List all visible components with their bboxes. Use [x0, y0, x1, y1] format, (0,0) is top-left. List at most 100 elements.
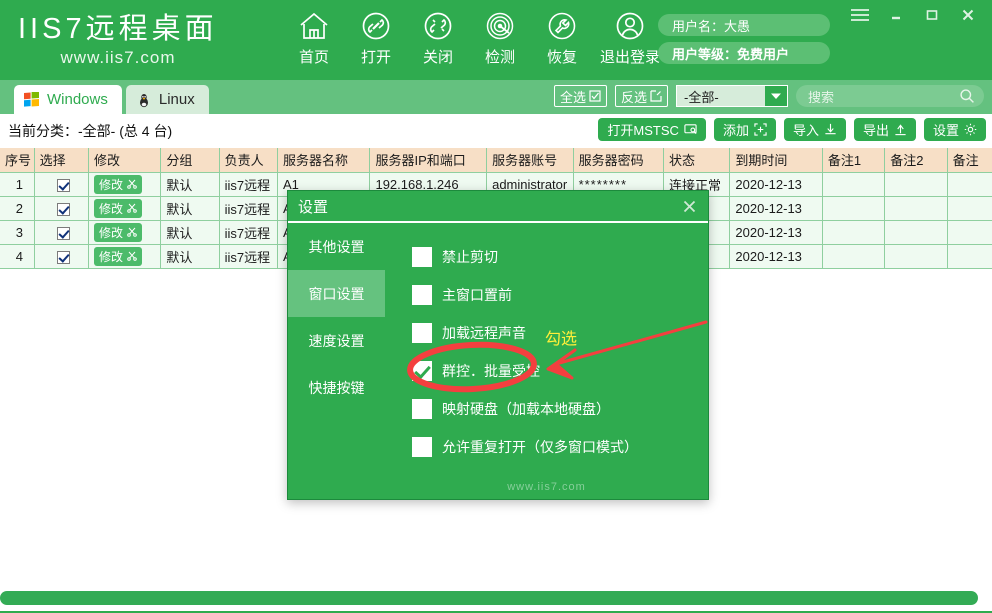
brand-url-text: www.iis7.com [60, 48, 176, 67]
cell-edit[interactable]: 修改 [88, 220, 162, 245]
action-bar: 打开MSTSC 添加 导入 导出 设置 [598, 118, 986, 141]
menu-button[interactable] [842, 0, 878, 30]
col-owner: 负责人 [219, 148, 278, 173]
scissors-icon [127, 179, 137, 189]
option-label: 允许重复打开（仅多窗口模式） [442, 438, 638, 455]
dialog-tab-hotkeys[interactable]: 快捷按键 [288, 364, 385, 411]
col-server-ip: 服务器IP和端口 [369, 148, 488, 173]
option-main-window-on-top[interactable]: 主窗口置前 [412, 284, 708, 305]
dialog-tab-speed[interactable]: 速度设置 [288, 317, 385, 364]
invert-selection-label: 反选 [620, 89, 647, 105]
option-label: 群控．批量受控 [442, 362, 540, 379]
dialog-sidebar: 其他设置 窗口设置 速度设置 快捷按键 [288, 223, 385, 499]
import-label: 导入 [792, 123, 819, 138]
col-server-name: 服务器名称 [277, 148, 371, 173]
cell-expire: 2020-12-13 [729, 244, 823, 269]
option-group-control[interactable]: 群控．批量受控 [412, 360, 708, 381]
select-all-button[interactable]: 全选 [553, 85, 607, 107]
cell-edit[interactable]: 修改 [88, 172, 162, 197]
cell-select[interactable] [34, 244, 89, 269]
add-button[interactable]: 添加 [713, 118, 776, 141]
option-checkbox[interactable] [412, 360, 432, 381]
edit-button[interactable]: 修改 [93, 198, 142, 218]
option-disable-clipboard[interactable]: 禁止剪切 [412, 246, 708, 267]
edit-button[interactable]: 修改 [93, 246, 142, 266]
dialog-watermark-text: www.iis7.com [507, 481, 586, 493]
dialog-tab-window[interactable]: 窗口设置 [288, 270, 385, 317]
cell-note3 [947, 172, 992, 197]
cell-select[interactable] [34, 196, 89, 221]
cell-note1 [822, 220, 886, 245]
option-checkbox[interactable] [412, 246, 432, 267]
maximize-button[interactable] [914, 0, 950, 30]
row-checkbox[interactable] [57, 226, 71, 240]
cell-owner: iis7远程 [219, 220, 278, 245]
col-expire: 到期时间 [729, 148, 823, 173]
settings-label: 设置 [932, 123, 959, 138]
app-header: IIS7远程桌面 www.iis7.com 首页 打开 关闭 检测 恢复 退出登… [0, 0, 992, 80]
cell-group: 默认 [160, 244, 220, 269]
cell-select[interactable] [34, 172, 89, 197]
row-checkbox[interactable] [57, 250, 71, 264]
option-map-drive[interactable]: 映射硬盘（加载本地硬盘） [412, 398, 708, 419]
group-filter-value: -全部- [684, 89, 719, 105]
tab-windows[interactable]: Windows [14, 85, 122, 114]
close-button[interactable] [950, 0, 986, 30]
group-filter-select[interactable]: -全部- [676, 85, 788, 107]
settings-dialog: 设置 其他设置 窗口设置 速度设置 快捷按键 禁止剪切 主窗口置前 加载远程声音… [287, 190, 709, 500]
export-label: 导出 [862, 123, 889, 138]
col-server-password: 服务器密码 [573, 148, 665, 173]
nav-item-recover[interactable]: 恢复 [531, 8, 593, 67]
tab-toolbar: 全选 反选 -全部- 搜索 [553, 85, 984, 107]
user-badges: 用户名：大愚 用户等级：免费用户 [658, 14, 830, 64]
nav-item-home[interactable]: 首页 [283, 8, 345, 67]
download-icon [825, 123, 836, 135]
export-button[interactable]: 导出 [853, 118, 916, 141]
nav-item-detect[interactable]: 检测 [469, 8, 531, 67]
broken-link-icon [420, 8, 456, 44]
radar-icon [482, 8, 518, 44]
open-mstsc-label: 打开MSTSC [607, 123, 679, 138]
option-checkbox[interactable] [412, 322, 432, 343]
cell-select[interactable] [34, 220, 89, 245]
option-label: 禁止剪切 [442, 248, 498, 265]
cell-note3 [947, 244, 992, 269]
nav-item-open[interactable]: 打开 [345, 8, 407, 67]
brand: IIS7远程桌面 www.iis7.com [18, 12, 268, 69]
invert-selection-button[interactable]: 反选 [614, 85, 668, 107]
row-checkbox[interactable] [57, 202, 71, 216]
tab-linux[interactable]: Linux [125, 85, 209, 114]
table-header-row: 序号 选择 修改 分组 负责人 服务器名称 服务器IP和端口 服务器账号 服务器… [0, 148, 992, 173]
cell-edit[interactable]: 修改 [88, 244, 162, 269]
dialog-tab-other[interactable]: 其他设置 [288, 223, 385, 270]
edit-button[interactable]: 修改 [93, 222, 142, 242]
col-group: 分组 [160, 148, 220, 173]
nav-item-logout[interactable]: 退出登录 [593, 8, 667, 67]
col-server-account: 服务器账号 [486, 148, 574, 173]
minimize-button[interactable] [878, 0, 914, 30]
scissors-icon [127, 203, 137, 213]
col-note1: 备注1 [822, 148, 886, 173]
edit-label: 修改 [98, 177, 123, 192]
search-input[interactable]: 搜索 [796, 85, 984, 107]
dialog-close-button[interactable] [678, 195, 700, 217]
option-checkbox[interactable] [412, 398, 432, 419]
nav-item-close[interactable]: 关闭 [407, 8, 469, 67]
option-allow-duplicate-open[interactable]: 允许重复打开（仅多窗口模式） [412, 436, 708, 457]
open-mstsc-button[interactable]: 打开MSTSC [598, 118, 706, 141]
nav-label-open: 打开 [360, 49, 391, 66]
cell-edit[interactable]: 修改 [88, 196, 162, 221]
upload-icon [895, 124, 906, 136]
dialog-tab-hotkeys-label: 快捷按键 [308, 379, 365, 396]
col-note3: 备注 [947, 148, 992, 173]
search-placeholder: 搜索 [808, 89, 835, 105]
wrench-icon [544, 8, 580, 44]
option-checkbox[interactable] [412, 284, 432, 305]
edit-button[interactable]: 修改 [93, 174, 142, 194]
scissors-icon [127, 251, 137, 261]
import-button[interactable]: 导入 [783, 118, 846, 141]
link-icon [358, 8, 394, 44]
settings-button[interactable]: 设置 [923, 118, 986, 141]
option-checkbox[interactable] [412, 436, 432, 457]
row-checkbox[interactable] [57, 178, 71, 192]
